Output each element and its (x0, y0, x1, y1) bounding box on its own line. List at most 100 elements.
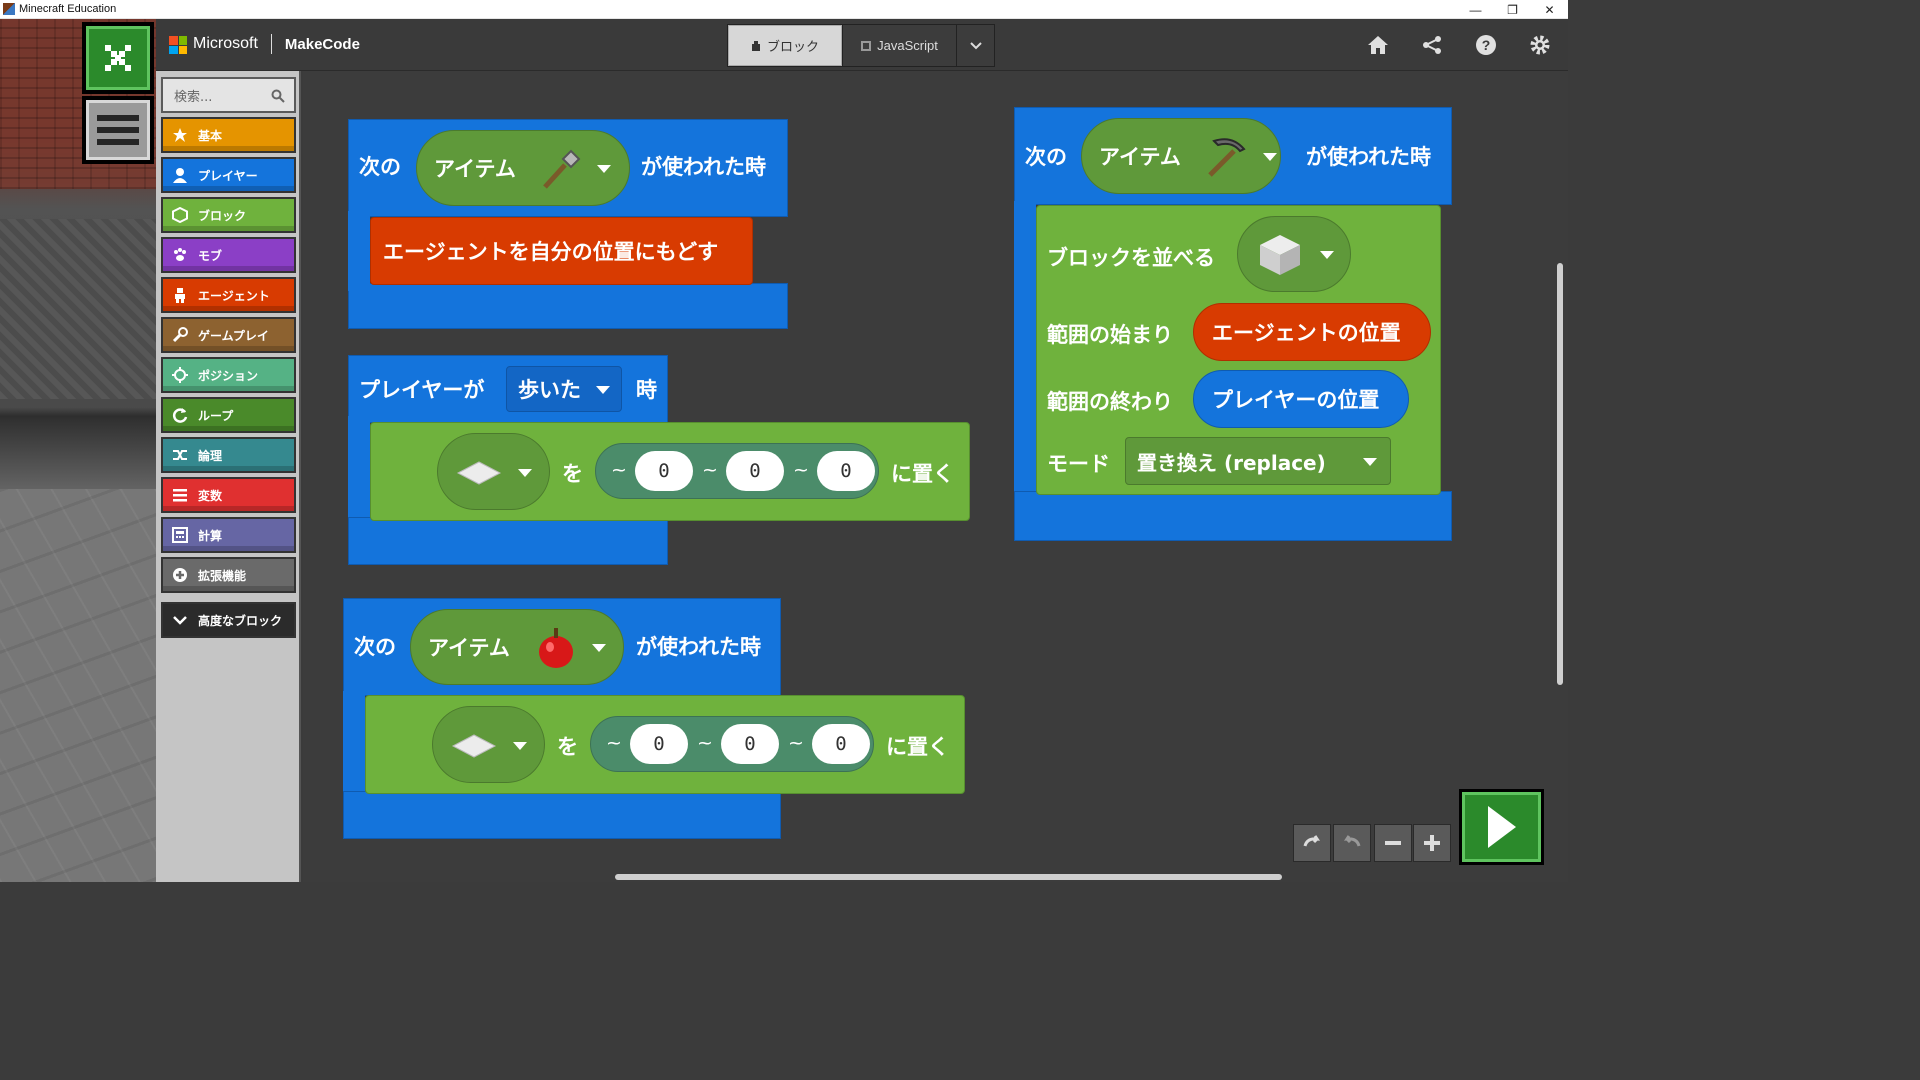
x-coordinate-input[interactable]: 0 (630, 724, 688, 764)
toolbox-category-gameplay[interactable]: ゲームプレイ (161, 317, 296, 353)
toolbox-category-label: 論理 (198, 448, 223, 463)
tab-blocks[interactable]: ブロック (728, 25, 842, 66)
menu-button[interactable] (82, 96, 154, 164)
item-label: アイテム (428, 636, 510, 660)
event-block-arm (348, 416, 370, 531)
event-block-footer (343, 791, 781, 839)
caret-down-icon (1320, 251, 1334, 259)
reporter-label: エージェントの位置 (1212, 321, 1401, 345)
language-dropdown-button[interactable] (956, 25, 994, 66)
stone-floor (0, 489, 160, 882)
minimize-button[interactable]: — (1457, 0, 1494, 19)
block-type-dropdown[interactable] (1237, 216, 1351, 292)
vertical-scrollbar[interactable] (1557, 263, 1563, 685)
toolbox-category-loops[interactable]: ループ (161, 397, 296, 433)
stone-wall (0, 219, 160, 399)
zoom-out-button[interactable] (1374, 824, 1412, 862)
block-type-dropdown[interactable] (432, 706, 545, 783)
share-button[interactable] (1420, 34, 1444, 56)
help-button[interactable]: ? (1474, 34, 1498, 56)
toolbox-category-math[interactable]: 計算 (161, 517, 296, 553)
toolbox-category-blocks[interactable]: ブロック (161, 197, 296, 233)
caret-down-icon (592, 644, 606, 652)
z-coordinate-input[interactable]: 0 (812, 724, 870, 764)
block-label: ブロックを並べる (1047, 246, 1215, 270)
pickaxe-icon (1208, 138, 1246, 177)
y-coordinate-input[interactable]: 0 (726, 451, 784, 491)
block-label: プレイヤーが (359, 378, 485, 402)
apple-icon (539, 628, 573, 668)
block-label: 次の (359, 155, 401, 179)
event-block-arm (343, 691, 365, 801)
plus-circle-icon (171, 566, 189, 584)
window-title: Minecraft Education (19, 3, 117, 15)
block-label: に置く (891, 462, 954, 486)
close-window-button[interactable]: ✕ (1531, 0, 1568, 19)
chevron-down-icon (171, 611, 189, 629)
snow-block-icon (451, 734, 497, 758)
tilde-label: ~ (606, 732, 622, 754)
caret-down-icon (1363, 458, 1377, 466)
settings-button[interactable] (1528, 34, 1552, 56)
toolbox-category-label: ゲームプレイ (198, 328, 269, 343)
snow-block-icon (456, 461, 502, 485)
block-label: が使われた時 (636, 635, 761, 659)
home-button[interactable] (1366, 34, 1390, 56)
item-dropdown[interactable]: アイテム (416, 130, 630, 206)
stone-block-icon (1260, 235, 1300, 275)
toolbox-category-label: 拡張機能 (198, 568, 247, 583)
tilde-label: ~ (793, 459, 809, 481)
cube-icon (171, 206, 189, 224)
toolbox-category-player[interactable]: プレイヤー (161, 157, 296, 193)
tab-javascript-label: JavaScript (877, 38, 938, 53)
movement-dropdown[interactable]: 歩いた (506, 366, 622, 412)
block-label: を (557, 735, 578, 759)
block-type-dropdown[interactable] (437, 433, 550, 510)
z-coordinate-input[interactable]: 0 (817, 451, 875, 491)
share-icon (1423, 36, 1441, 54)
svg-text:?: ? (1482, 37, 1491, 53)
gear-icon (1530, 35, 1550, 55)
block-label: 時 (636, 378, 657, 402)
x-coordinate-input[interactable]: 0 (635, 451, 693, 491)
toolbox-category-extensions[interactable]: 拡張機能 (161, 557, 296, 593)
undo-button[interactable] (1293, 824, 1331, 862)
toolbox-category-basic[interactable]: 基本 (161, 117, 296, 153)
block-label: に置く (886, 735, 949, 759)
microsoft-logo-icon (169, 36, 187, 54)
search-input[interactable]: 検索... (161, 77, 296, 113)
toolbox-category-variables[interactable]: 変数 (161, 477, 296, 513)
agent-teleport-to-player-block[interactable]: エージェントを自分の位置にもどす (370, 217, 753, 285)
blocks-workspace[interactable]: 次の アイテム が使われた時 エージェントを自分の位置にもどす プレイヤーが 歩… (303, 71, 1568, 882)
toolbox-category-mobs[interactable]: モブ (161, 237, 296, 273)
y-coordinate-input[interactable]: 0 (721, 724, 779, 764)
caret-down-icon (1263, 153, 1277, 161)
toolbox-category-positions[interactable]: ポジション (161, 357, 296, 393)
tab-javascript[interactable]: JavaScript (842, 25, 956, 66)
toolbox-category-label: 計算 (198, 528, 223, 543)
player-position-reporter[interactable]: プレイヤーの位置 (1193, 370, 1409, 428)
dropdown-value: 歩いた (518, 378, 581, 402)
app-icon (3, 3, 15, 15)
loop-icon (171, 406, 189, 424)
shuffle-icon (171, 446, 189, 464)
crosshair-icon (171, 366, 189, 384)
run-code-button[interactable] (1459, 789, 1544, 865)
horizontal-scrollbar[interactable] (615, 874, 1282, 880)
restore-button[interactable]: ❐ (1494, 0, 1531, 19)
toolbox-category-logic[interactable]: 論理 (161, 437, 296, 473)
person-icon (171, 166, 189, 184)
item-dropdown[interactable]: アイテム (410, 609, 624, 685)
plus-icon (1424, 835, 1440, 851)
redo-button[interactable] (1333, 824, 1371, 862)
exit-code-builder-button[interactable] (82, 22, 154, 94)
zoom-in-button[interactable] (1413, 824, 1451, 862)
toolbox-category-agent[interactable]: エージェント (161, 277, 296, 313)
fill-mode-dropdown[interactable]: 置き換え (replace) (1125, 437, 1391, 485)
home-icon (1368, 36, 1388, 54)
toolbox-category-advanced[interactable]: 高度なブロック (161, 602, 296, 638)
star-icon (171, 126, 189, 144)
item-dropdown[interactable]: アイテム (1081, 118, 1281, 194)
tab-blocks-label: ブロック (766, 39, 819, 54)
agent-position-reporter[interactable]: エージェントの位置 (1193, 303, 1431, 361)
